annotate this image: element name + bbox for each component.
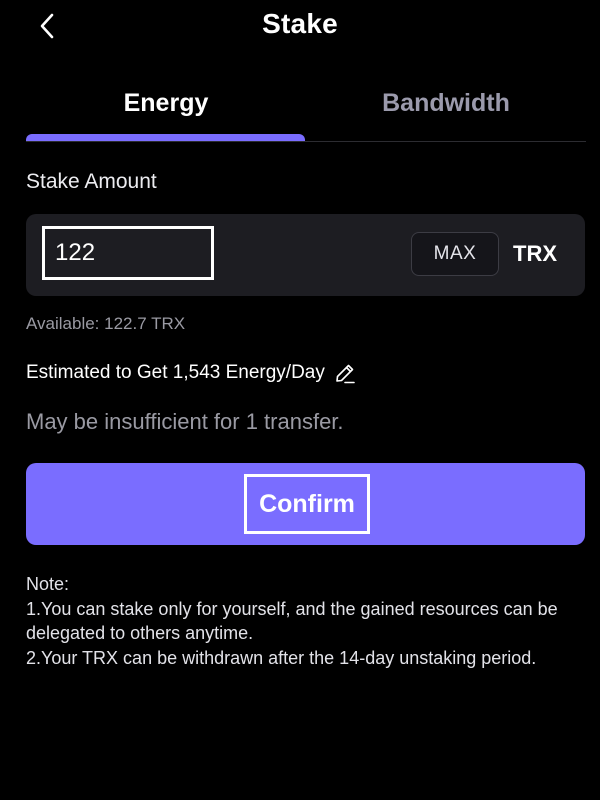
pencil-icon[interactable]	[333, 361, 357, 385]
stake-amount-input[interactable]	[42, 226, 214, 280]
token-label: TRX	[513, 241, 557, 266]
confirm-button[interactable]: Confirm	[26, 463, 585, 545]
stake-amount-field: MAX TRX	[26, 214, 585, 296]
note-section: Note: 1.You can stake only for yourself,…	[26, 572, 566, 670]
tab-bar: Energy Bandwidth	[26, 78, 586, 142]
page-title: Stake	[262, 8, 338, 39]
active-tab-indicator	[26, 134, 305, 141]
tab-divider	[26, 141, 586, 142]
max-button[interactable]: MAX	[411, 232, 499, 276]
header: Stake	[0, 0, 600, 56]
confirm-label: Confirm	[244, 474, 370, 534]
note-line-1: 1.You can stake only for yourself, and t…	[26, 598, 558, 644]
insufficient-warning: May be insufficient for 1 transfer.	[26, 409, 344, 434]
note-title: Note:	[26, 574, 70, 594]
tab-energy[interactable]: Energy	[26, 78, 306, 128]
note-line-2: 2.Your TRX can be withdrawn after the 14…	[26, 647, 537, 668]
tab-bandwidth[interactable]: Bandwidth	[306, 78, 586, 128]
estimate-text: Estimated to Get 1,543 Energy/Day	[26, 362, 325, 383]
stake-screen: Stake Energy Bandwidth Stake Amount MAX …	[0, 0, 600, 800]
stake-amount-label: Stake Amount	[26, 170, 157, 193]
estimate-row: Estimated to Get 1,543 Energy/Day	[26, 361, 357, 385]
available-balance: Available: 122.7 TRX	[26, 314, 186, 333]
